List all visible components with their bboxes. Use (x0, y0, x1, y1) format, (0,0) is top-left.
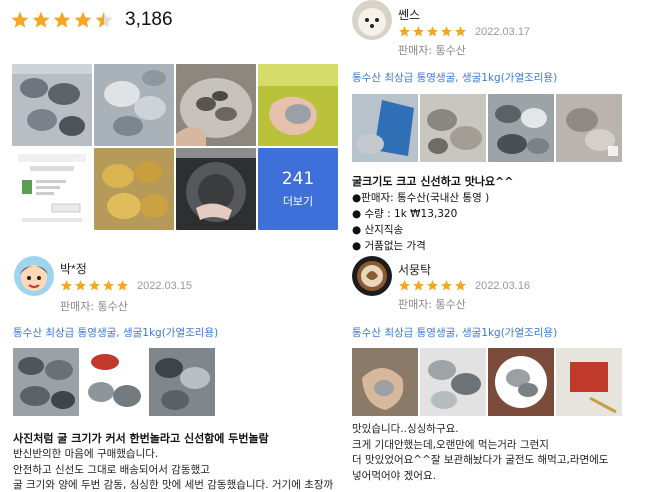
star-icon (61, 280, 72, 291)
product-link[interactable]: 통수산 최상급 통영생굴, 생굴1kg(가열조리용) (352, 70, 557, 85)
star-icon (11, 11, 29, 28)
review-photo-grid: 241 더보기 (12, 64, 338, 232)
star-icon (75, 280, 86, 291)
review-thumbnails (352, 94, 622, 162)
review-photo[interactable] (176, 148, 256, 230)
review-photo[interactable] (352, 94, 418, 162)
seller-name: 판매자: 통수산 (60, 300, 128, 313)
review-bullet: ● 산지직송 (352, 224, 404, 236)
review-photo[interactable] (176, 64, 256, 146)
review-date: 2022.03.17 (475, 25, 531, 38)
star-icon (103, 280, 114, 291)
review-line: 크게 기대안했는데,오랜만에 먹는거라 그런지 (352, 438, 549, 451)
review-bullet: ● 수량 : 1k ₩13,320 (352, 208, 458, 220)
review-photo[interactable] (556, 94, 622, 162)
review-title: 사진처럼 굴 크기가 커서 한번놀라고 신선함에 두번놀람 (13, 432, 269, 445)
star-icon (399, 280, 410, 291)
review-photo[interactable] (94, 148, 174, 230)
star-icon (441, 26, 452, 37)
review-photo[interactable] (13, 348, 79, 416)
review-line: 안전하고 신선도 그대로 배송되어서 감동했고 (13, 463, 210, 476)
avatar (352, 0, 392, 40)
review-date: 2022.03.16 (475, 279, 531, 292)
star-icon (74, 11, 92, 28)
review-photo[interactable] (149, 348, 215, 416)
reviewer-name: 쎈스 (398, 8, 421, 22)
star-icon (53, 11, 71, 28)
avatar (352, 256, 392, 296)
star-icon (413, 280, 424, 291)
star-icon (89, 280, 100, 291)
review-photo[interactable] (556, 348, 622, 416)
star-icon (427, 26, 438, 37)
product-link[interactable]: 통수산 최상급 통영생굴, 생굴1kg(가열조리용) (352, 325, 557, 340)
review-thumbnails (13, 348, 215, 416)
review-bullets: ●판매자: 통수산(국내산 통영 ) ● 수량 : 1k ₩13,320 ● 산… (352, 190, 489, 254)
star-icon (413, 26, 424, 37)
star-icon (455, 280, 466, 291)
left-column: 3,186 241 더보기 박*정 2022.03.15 판매자: 통수산 통수… (0, 0, 340, 492)
review-thumbnails (352, 348, 622, 416)
star-icon (399, 26, 410, 37)
rating-summary: 3,186 (10, 6, 173, 34)
more-photos-overlay[interactable]: 241 더보기 (258, 148, 338, 230)
review-line: 굴 크기와 양에 두번 감동, 싱싱한 맛에 세번 감동했습니다. 거기에 초장… (13, 479, 334, 491)
review-photo[interactable] (12, 64, 92, 146)
review-card: 박*정 2022.03.15 판매자: 통수산 통수산 최상급 통영생굴, 생굴… (0, 248, 340, 492)
review-line: 넣어먹어야 겠어요. (352, 469, 436, 482)
review-photo[interactable] (81, 348, 147, 416)
more-photos-count: 241 (281, 169, 315, 189)
right-column: 쎈스 2022.03.17 판매자: 통수산 통수산 최상급 통영생굴, 생굴1… (340, 0, 658, 492)
star-icon (455, 26, 466, 37)
reviewer-name: 서뭉탁 (398, 263, 432, 277)
review-title: 굴크기도 크고 신선하고 맛나요^^ (352, 175, 514, 188)
star-icon (427, 280, 438, 291)
seller-name: 판매자: 통수산 (398, 44, 466, 57)
product-link[interactable]: 통수산 최상급 통영생굴, 생굴1kg(가열조리용) (13, 325, 218, 340)
star-icon (441, 280, 452, 291)
review-rating: 2022.03.15 (60, 279, 192, 292)
rating-stars (10, 10, 115, 30)
review-body: 맛있습니다..싱싱하구요. 크게 기대안했는데,오랜만에 먹는거라 그런지 더 … (352, 422, 608, 484)
review-line: 맛있습니다..싱싱하구요. (352, 423, 459, 435)
review-card: 서뭉탁 2022.03.16 판매자: 통수산 통수산 최상급 통영생굴, 생굴… (340, 252, 658, 492)
half-star-icon (95, 11, 113, 28)
seller-name: 판매자: 통수산 (398, 298, 466, 311)
star-icon (117, 280, 128, 291)
review-date: 2022.03.15 (137, 279, 193, 292)
review-bullet: ●판매자: 통수산(국내산 통영 ) (352, 192, 490, 204)
more-photos-label: 더보기 (282, 195, 314, 208)
review-body: 반신반의한 마음에 구매했습니다. 안전하고 신선도 그대로 배송되어서 감동했… (13, 447, 333, 492)
star-icon (32, 11, 50, 28)
review-rating: 2022.03.17 (398, 25, 530, 38)
review-photo[interactable] (94, 64, 174, 146)
review-count: 3,186 (125, 9, 173, 30)
avatar (14, 256, 54, 296)
reviewer-name: 박*정 (60, 262, 87, 276)
review-card: 쎈스 2022.03.17 판매자: 통수산 통수산 최상급 통영생굴, 생굴1… (340, 0, 658, 255)
review-photo[interactable] (12, 148, 92, 230)
review-line: 더 맛있었어요^^잘 보관해놨다가 굴전도 해먹고,라면에도 (352, 454, 609, 466)
review-photo[interactable] (352, 348, 418, 416)
review-line: 반신반의한 마음에 구매했습니다. (13, 448, 159, 460)
review-rating: 2022.03.16 (398, 279, 530, 292)
review-photo-more[interactable]: 241 더보기 (258, 148, 338, 230)
review-photo[interactable] (258, 64, 338, 146)
review-photo[interactable] (488, 348, 554, 416)
review-photo[interactable] (488, 94, 554, 162)
review-photo[interactable] (420, 348, 486, 416)
review-photo[interactable] (420, 94, 486, 162)
